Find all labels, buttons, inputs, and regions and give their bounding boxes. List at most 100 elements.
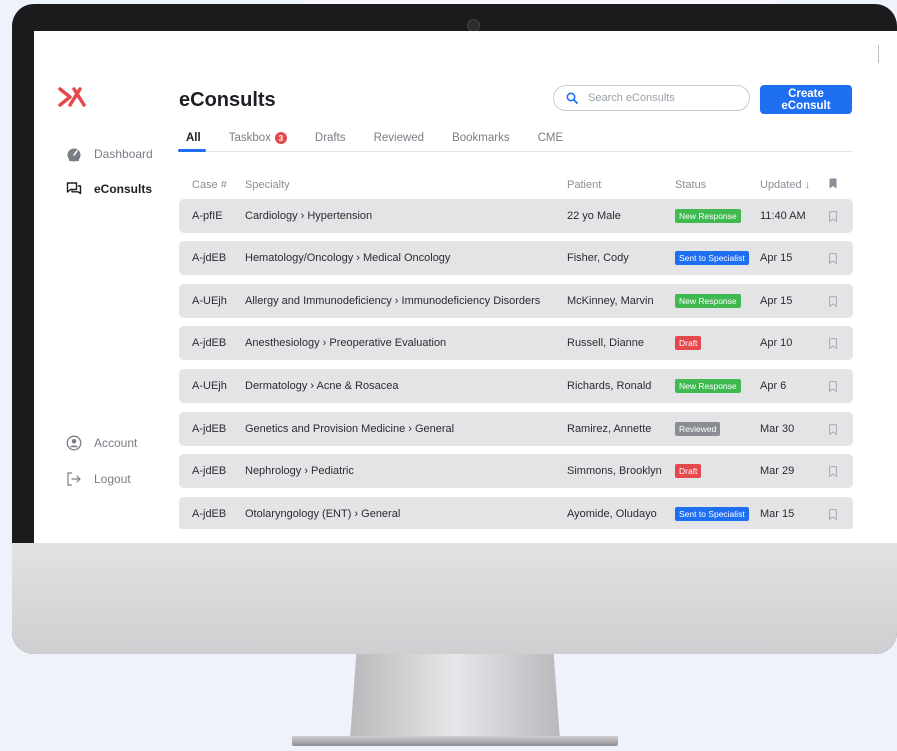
- updated-cell: Apr 15: [760, 295, 793, 307]
- table-row[interactable]: A-jdEB Anesthesiology › Preoperative Eval…: [179, 326, 853, 360]
- sidebar-item-label: Account: [94, 436, 138, 450]
- status-cell: Sent to Specialist: [675, 497, 749, 531]
- user-circle-icon: [66, 435, 82, 451]
- sidebar-item-econsults[interactable]: eConsults: [66, 181, 152, 197]
- tab-label: Taskbox: [228, 132, 271, 144]
- column-header-status[interactable]: Status: [675, 179, 706, 191]
- tab-reviewed[interactable]: Reviewed: [374, 132, 425, 144]
- tab-bookmarks[interactable]: Bookmarks: [452, 132, 510, 144]
- tab-label: All: [186, 132, 201, 144]
- bookmark-outline-icon[interactable]: [829, 380, 837, 392]
- taskbox-count-badge: 3: [274, 132, 287, 144]
- tab-drafts[interactable]: Drafts: [315, 132, 346, 144]
- column-header-patient[interactable]: Patient: [567, 179, 601, 191]
- column-header-specialty[interactable]: Specialty: [245, 179, 290, 191]
- bookmark-outline-icon[interactable]: [829, 465, 837, 477]
- status-cell: New Response: [675, 284, 741, 318]
- patient-cell: 22 yo Male: [567, 210, 621, 222]
- active-tab-indicator: [178, 149, 206, 152]
- column-header-updated[interactable]: Updated ↓: [760, 179, 810, 191]
- case-number: A-jdEB: [192, 337, 227, 349]
- column-header-case[interactable]: Case #: [192, 179, 227, 191]
- tab-taskbox[interactable]: Taskbox 3: [229, 132, 287, 144]
- bookmark-outline-icon[interactable]: [829, 210, 837, 222]
- sidebar-item-dashboard[interactable]: Dashboard: [66, 146, 153, 162]
- updated-cell: Mar 30: [760, 423, 795, 435]
- case-number: A-pfIE: [192, 210, 223, 222]
- specialty-cell: Anesthesiology › Preoperative Evaluation: [245, 337, 447, 349]
- scrollbar[interactable]: [878, 45, 879, 63]
- screen-bottom-edge: [34, 529, 897, 543]
- status-cell: Draft: [675, 454, 702, 488]
- bookmark-outline-icon[interactable]: [829, 295, 837, 307]
- table-row[interactable]: A-UEjh Dermatology › Acne & Rosacea Richar…: [179, 369, 853, 403]
- patient-cell: McKinney, Marvin: [567, 295, 654, 307]
- status-badge: New Response: [675, 209, 741, 223]
- bookmark-outline-icon[interactable]: [829, 252, 837, 264]
- bookmark-outline-icon[interactable]: [829, 508, 837, 520]
- sidebar-item-label: Dashboard: [94, 147, 153, 161]
- patient-cell: Ramirez, Annette: [567, 423, 652, 435]
- specialty-cell: Otolaryngology (ENT) › General: [245, 508, 401, 520]
- tab-cme[interactable]: CME: [538, 132, 564, 144]
- bookmark-toggle[interactable]: [829, 412, 837, 446]
- status-cell: Draft: [675, 326, 702, 360]
- case-number: A-jdEB: [192, 508, 227, 520]
- table-row[interactable]: A-jdEB Otolaryngology (ENT) › General Ayom…: [179, 497, 853, 531]
- updated-cell: 11:40 AM: [760, 210, 806, 222]
- table-row[interactable]: A-UEjh Allergy and Immunodeficiency › Imm…: [179, 284, 853, 318]
- bookmark-toggle[interactable]: [829, 369, 837, 403]
- patient-cell: Fisher, Cody: [567, 252, 629, 264]
- tab-bar: All Taskbox 3 Drafts Reviewed Bookmarks …: [186, 132, 591, 144]
- sidebar-item-logout[interactable]: Logout: [66, 471, 131, 487]
- bookmark-toggle[interactable]: [829, 326, 837, 360]
- patient-cell: Ayomide, Oludayo: [567, 508, 657, 520]
- specialty-cell: Hematology/Oncology › Medical Oncology: [245, 252, 451, 264]
- table-row[interactable]: A-jdEB Hematology/Oncology › Medical Onco…: [179, 241, 853, 275]
- status-badge: Reviewed: [675, 422, 721, 436]
- sidebar-item-label: eConsults: [94, 182, 153, 196]
- bookmark-column-icon[interactable]: [829, 178, 837, 189]
- sidebar-item-account[interactable]: Account: [66, 435, 137, 451]
- case-number: A-jdEB: [192, 465, 227, 477]
- patient-cell: Simmons, Brooklyn: [567, 465, 662, 477]
- search-box[interactable]: [553, 85, 750, 111]
- table-row[interactable]: A-pfIE Cardiology › Hypertension 22 yo Mal…: [179, 199, 853, 233]
- case-number: A-UEjh: [192, 295, 227, 307]
- tab-label: CME: [537, 132, 564, 144]
- tab-label: Drafts: [314, 132, 346, 144]
- create-econsult-button[interactable]: Create eConsult: [760, 85, 852, 114]
- bookmark-outline-icon[interactable]: [829, 337, 837, 349]
- tab-divider: [178, 151, 853, 152]
- page-title: eConsults: [179, 89, 276, 111]
- status-cell: Reviewed: [675, 412, 721, 446]
- status-cell: New Response: [675, 199, 741, 233]
- tab-all[interactable]: All: [186, 132, 201, 144]
- logout-arrow-icon: [67, 472, 81, 486]
- monitor-chin: [12, 543, 897, 654]
- search-input[interactable]: [586, 91, 740, 105]
- patient-cell: Richards, Ronald: [567, 380, 652, 392]
- table-row[interactable]: A-jdEB Nephrology › Pediatric Simmons, Bro…: [179, 454, 853, 488]
- app-logo-icon[interactable]: [56, 83, 90, 111]
- bookmark-toggle[interactable]: [829, 241, 837, 275]
- bookmark-outline-icon[interactable]: [829, 423, 837, 435]
- search-icon: [566, 92, 578, 104]
- status-badge: Sent to Specialist: [675, 251, 749, 265]
- tab-label: Bookmarks: [452, 132, 510, 144]
- monitor-stand: [350, 654, 560, 740]
- updated-cell: Apr 6: [760, 380, 787, 392]
- status-badge: Sent to Specialist: [675, 507, 749, 521]
- case-number: A-UEjh: [192, 380, 227, 392]
- bookmark-toggle[interactable]: [829, 454, 837, 488]
- sidebar-item-label: Logout: [94, 472, 131, 486]
- chat-bubbles-icon: [66, 182, 82, 195]
- bookmark-toggle[interactable]: [829, 199, 837, 233]
- status-cell: Sent to Specialist: [675, 241, 749, 275]
- status-badge: New Response: [675, 379, 741, 393]
- bookmark-toggle[interactable]: [829, 497, 837, 531]
- bookmark-toggle[interactable]: [829, 284, 837, 318]
- table-row[interactable]: A-jdEB Genetics and Provision Medicine › …: [179, 412, 853, 446]
- status-badge: Draft: [675, 336, 702, 350]
- updated-cell: Apr 15: [760, 252, 793, 264]
